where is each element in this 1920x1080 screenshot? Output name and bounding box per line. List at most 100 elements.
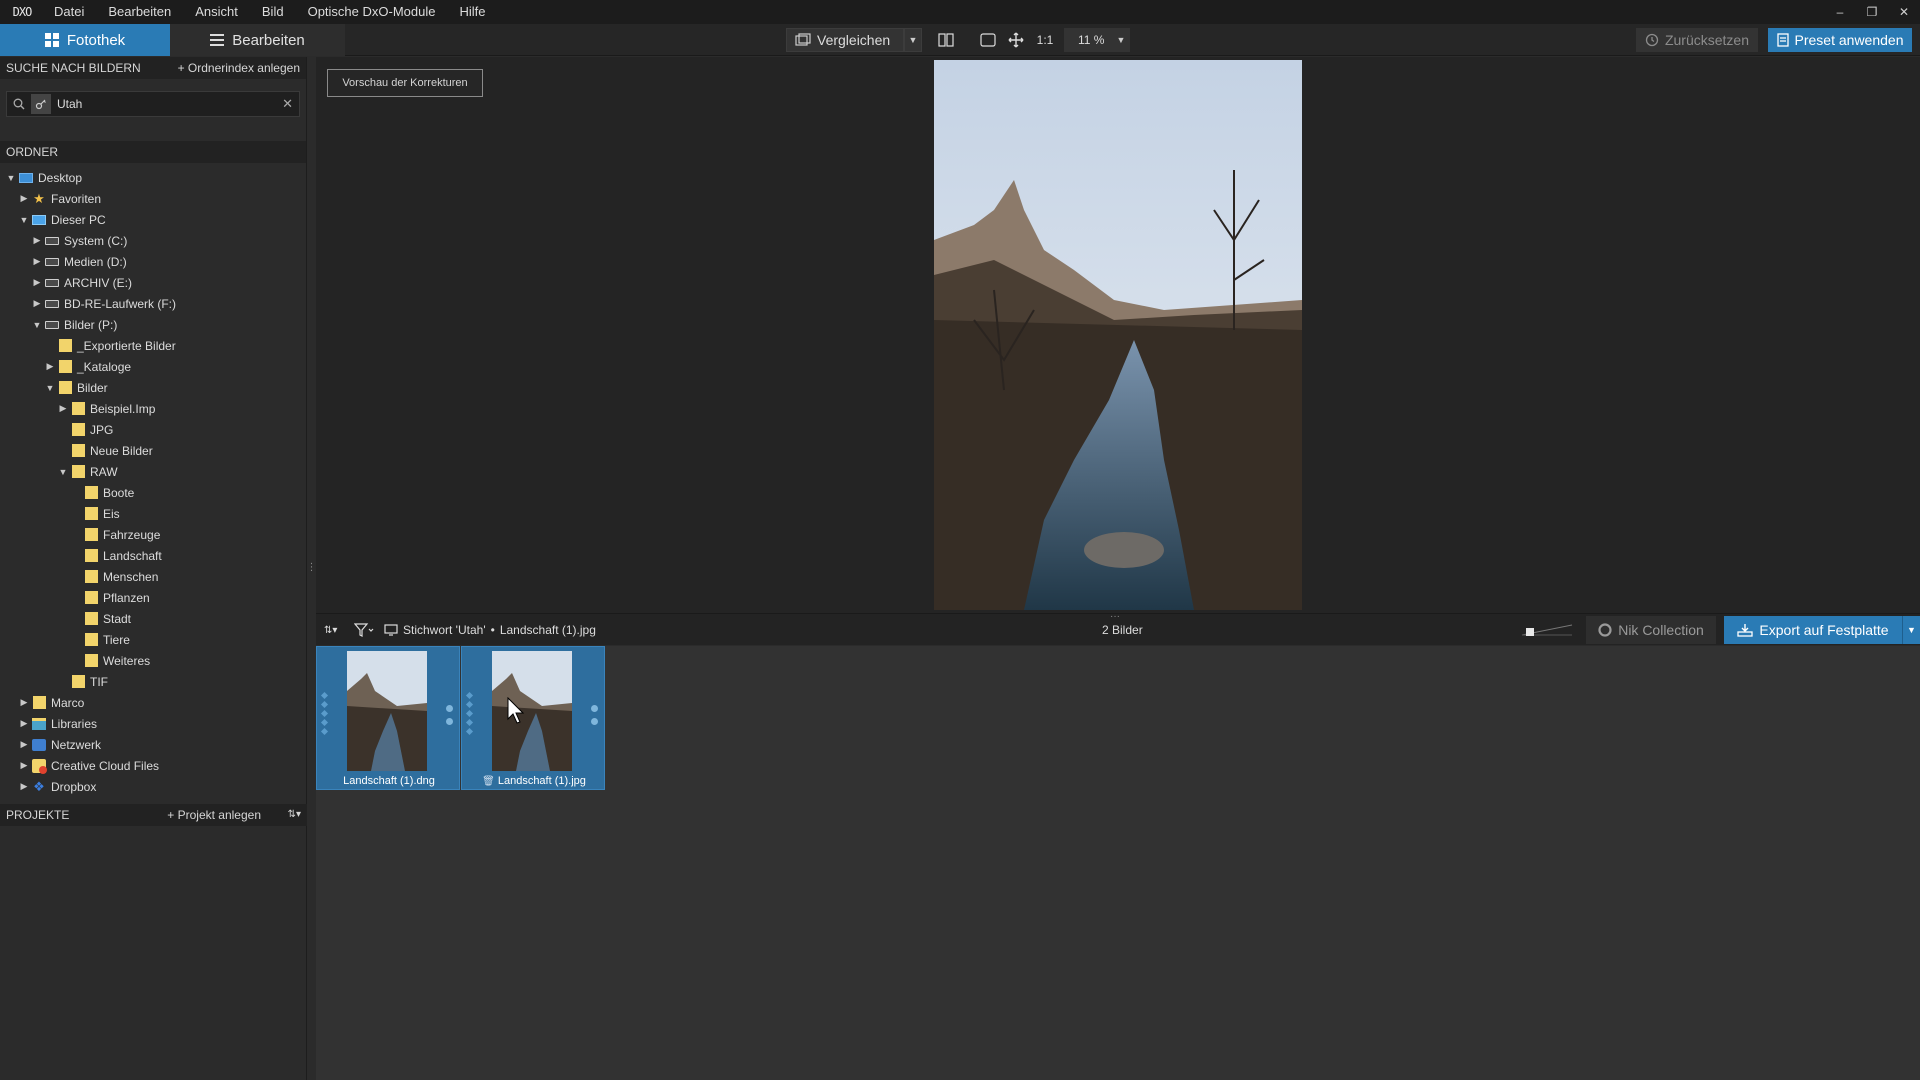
folder-tree-item[interactable]: ▼ Desktop bbox=[0, 167, 306, 188]
folder-tree-item[interactable]: Boote bbox=[0, 482, 306, 503]
breadcrumb-keyword[interactable]: Stichwort 'Utah' bbox=[403, 623, 486, 637]
expand-arrow-icon[interactable]: ▶ bbox=[30, 298, 44, 309]
breadcrumb: Stichwort 'Utah' • Landschaft (1).jpg bbox=[384, 614, 596, 646]
filmstrip-toolbar: ⇅▾ Stichwort 'Utah' • Landschaft (1).jpg… bbox=[316, 611, 1920, 646]
thumbnail-jpg[interactable]: 🗑 Landschaft (1).jpg bbox=[461, 646, 605, 790]
panel-splitter-handle[interactable]: ⋮ bbox=[307, 558, 317, 576]
folder-tree-item[interactable]: Menschen bbox=[0, 566, 306, 587]
menu-optische-module[interactable]: Optische DxO-Module bbox=[296, 0, 448, 24]
folder-tree-label: Weiteres bbox=[103, 653, 151, 668]
folder-tree-item[interactable]: ▶ Marco bbox=[0, 692, 306, 713]
folder-tree-item[interactable]: ▶ _Kataloge bbox=[0, 356, 306, 377]
folder-tree-item[interactable]: ▼ RAW bbox=[0, 461, 306, 482]
expand-arrow-icon[interactable]: ▶ bbox=[17, 697, 31, 708]
folder-tree-item[interactable]: _Exportierte Bilder bbox=[0, 335, 306, 356]
thumbnail-dng[interactable]: Landschaft (1).dng bbox=[316, 646, 460, 790]
search-input[interactable] bbox=[57, 97, 257, 111]
expand-arrow-icon[interactable]: ▶ bbox=[17, 718, 31, 729]
sort-icon[interactable]: ⇅▾ bbox=[324, 614, 337, 646]
preview-corrections-button[interactable]: Vorschau der Korrekturen bbox=[327, 69, 483, 97]
reset-button[interactable]: Zurücksetzen bbox=[1636, 28, 1758, 52]
rating-stars[interactable] bbox=[465, 691, 474, 736]
collapse-arrow-icon[interactable]: ▼ bbox=[30, 320, 44, 330]
computer-icon bbox=[31, 213, 47, 227]
expand-arrow-icon[interactable]: ▶ bbox=[30, 277, 44, 288]
compare-button[interactable]: Vergleichen bbox=[786, 28, 904, 52]
tab-bearbeiten[interactable]: Bearbeiten bbox=[170, 24, 345, 56]
expand-arrow-icon[interactable]: ▶ bbox=[17, 193, 31, 204]
rating-stars[interactable] bbox=[320, 691, 329, 736]
folder-tree-item[interactable]: Fahrzeuge bbox=[0, 524, 306, 545]
folder-tree-item[interactable]: Weiteres bbox=[0, 650, 306, 671]
move-icon[interactable] bbox=[1006, 28, 1026, 52]
nik-collection-button[interactable]: Nik Collection bbox=[1586, 616, 1716, 644]
folder-tree-item[interactable]: TIF bbox=[0, 671, 306, 692]
expand-arrow-icon[interactable]: ▶ bbox=[17, 739, 31, 750]
folder-tree-item[interactable]: ▼ Dieser PC bbox=[0, 209, 306, 230]
menu-hilfe[interactable]: Hilfe bbox=[447, 0, 497, 24]
folder-tree-item[interactable]: ▼ Bilder bbox=[0, 377, 306, 398]
apply-preset-button[interactable]: Preset anwenden bbox=[1768, 28, 1912, 52]
export-dropdown-icon[interactable]: ▼ bbox=[1902, 616, 1920, 644]
folder-tree-item[interactable]: ▶ ★ Favoriten bbox=[0, 188, 306, 209]
expand-arrow-icon[interactable]: ▶ bbox=[43, 361, 57, 372]
folder-tree-item[interactable]: Eis bbox=[0, 503, 306, 524]
folder-tree-item[interactable]: ▶ ❖ Dropbox bbox=[0, 776, 306, 797]
menu-bild[interactable]: Bild bbox=[250, 0, 296, 24]
expand-arrow-icon[interactable]: ▶ bbox=[30, 235, 44, 246]
zoom-100-button[interactable]: 1:1 bbox=[1034, 28, 1056, 52]
folder-tree-item[interactable]: ▶ Medien (D:) bbox=[0, 251, 306, 272]
folder-tree-item[interactable]: ▶ Libraries bbox=[0, 713, 306, 734]
tab-fotothek[interactable]: Fotothek bbox=[0, 24, 170, 56]
folder-tree-item[interactable]: Stadt bbox=[0, 608, 306, 629]
folder-tree-label: Dropbox bbox=[51, 779, 97, 794]
fit-screen-icon[interactable] bbox=[978, 28, 998, 52]
trash-icon[interactable]: 🗑 bbox=[482, 776, 495, 787]
expand-arrow-icon[interactable]: ▶ bbox=[56, 403, 70, 414]
compare-dropdown-icon[interactable]: ▼ bbox=[904, 28, 922, 52]
folder-tree-label: Bilder bbox=[77, 380, 108, 395]
filmstrip: Landschaft (1).dng 🗑 Landschaft (1).jpg bbox=[316, 646, 1920, 1080]
restore-button[interactable]: ❐ bbox=[1856, 0, 1888, 24]
folder-tree-item[interactable]: Pflanzen bbox=[0, 587, 306, 608]
create-folder-index-button[interactable]: + Ordnerindex anlegen bbox=[178, 57, 300, 79]
folder-tree-item[interactable]: ▼ Bilder (P:) bbox=[0, 314, 306, 335]
menu-datei[interactable]: Datei bbox=[42, 0, 96, 24]
collapse-arrow-icon[interactable]: ▼ bbox=[4, 173, 18, 183]
folder-tree-item[interactable]: ▶ Netzwerk bbox=[0, 734, 306, 755]
filmstrip-resize-handle[interactable]: ··· bbox=[1110, 611, 1120, 622]
close-button[interactable]: ✕ bbox=[1888, 0, 1920, 24]
folder-tree-item[interactable]: ▶ Creative Cloud Files bbox=[0, 755, 306, 776]
menu-bearbeiten[interactable]: Bearbeiten bbox=[96, 0, 183, 24]
create-project-button[interactable]: + Projekt anlegen bbox=[167, 804, 261, 826]
folder-tree-item[interactable]: Tiere bbox=[0, 629, 306, 650]
expand-arrow-icon[interactable]: ▶ bbox=[30, 256, 44, 267]
status-dots bbox=[591, 705, 598, 725]
folder-tree-item[interactable]: Neue Bilder bbox=[0, 440, 306, 461]
clear-search-icon[interactable]: ✕ bbox=[282, 96, 293, 112]
collapse-arrow-icon[interactable]: ▼ bbox=[56, 467, 70, 477]
filter-icon[interactable] bbox=[354, 614, 374, 646]
export-icon bbox=[1737, 624, 1754, 637]
expand-arrow-icon[interactable]: ▶ bbox=[17, 760, 31, 771]
folder-tree-item[interactable]: ▶ Beispiel.Imp bbox=[0, 398, 306, 419]
minimize-button[interactable]: – bbox=[1824, 0, 1856, 24]
menu-ansicht[interactable]: Ansicht bbox=[183, 0, 250, 24]
collapse-arrow-icon[interactable]: ▼ bbox=[17, 215, 31, 225]
folder-tree-label: Stadt bbox=[103, 611, 132, 626]
folder-tree-item[interactable]: JPG bbox=[0, 419, 306, 440]
folder-tree-item[interactable]: ▶ ARCHIV (E:) bbox=[0, 272, 306, 293]
zoom-dropdown-icon[interactable]: ▼ bbox=[1112, 28, 1130, 52]
thumbnail-size-slider[interactable] bbox=[1520, 622, 1574, 638]
collapse-arrow-icon[interactable]: ▼ bbox=[43, 383, 57, 393]
folder-tree-item[interactable]: ▶ BD-RE-Laufwerk (F:) bbox=[0, 293, 306, 314]
folder-tree-item[interactable]: Landschaft bbox=[0, 545, 306, 566]
sort-icon[interactable]: ⇅▾ bbox=[288, 804, 301, 826]
search-box[interactable]: ✕ bbox=[6, 91, 300, 117]
folder-icon bbox=[31, 696, 47, 710]
expand-arrow-icon[interactable]: ▶ bbox=[17, 781, 31, 792]
split-view-icon[interactable] bbox=[936, 28, 956, 52]
folder-icon bbox=[70, 402, 86, 416]
export-to-disk-button[interactable]: Export auf Festplatte bbox=[1724, 616, 1902, 644]
folder-tree-item[interactable]: ▶ System (C:) bbox=[0, 230, 306, 251]
